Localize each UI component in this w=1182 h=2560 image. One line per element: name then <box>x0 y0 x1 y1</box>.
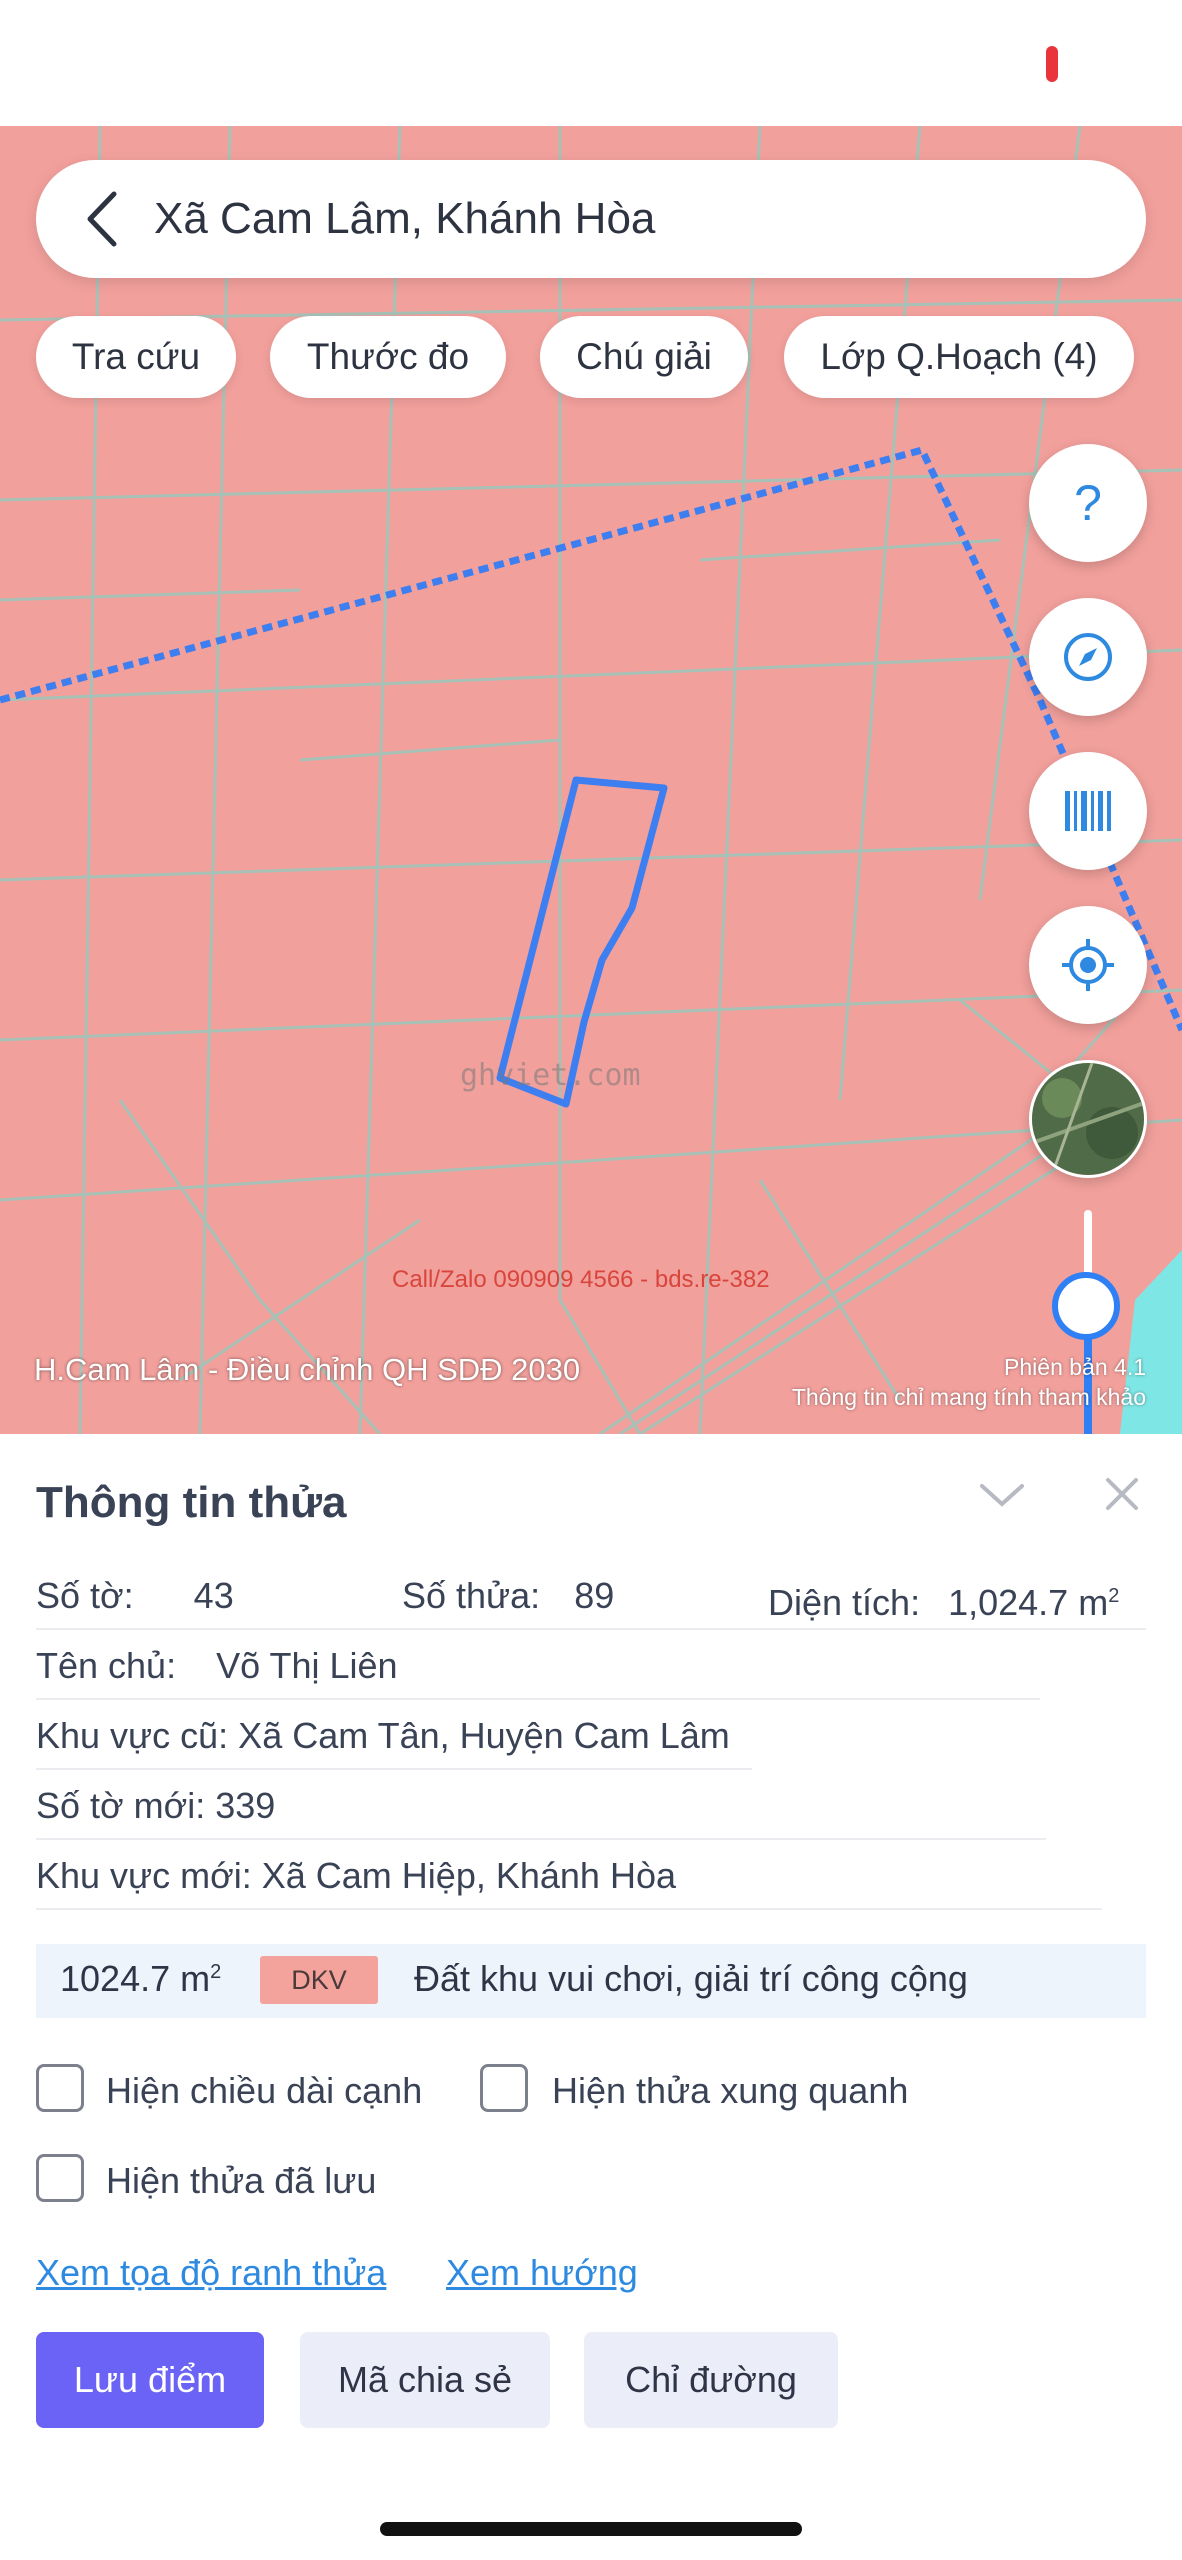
help-button[interactable]: ? <box>1029 444 1147 562</box>
so-to-value: 43 <box>193 1575 234 1616</box>
row-sheet-info: Số tờ: 43 <box>36 1574 234 1618</box>
close-icon[interactable] <box>1102 1474 1142 1514</box>
edge-length-label[interactable]: Hiện chiều dài cạnh <box>106 2070 422 2112</box>
chip-tra-cuu[interactable]: Tra cứu <box>36 316 236 398</box>
help-icon: ? <box>1074 475 1102 531</box>
so-thua-value: 89 <box>574 1575 615 1616</box>
compass-button[interactable] <box>1029 598 1147 716</box>
view-coordinates-link[interactable]: Xem tọa độ ranh thửa <box>36 2252 386 2294</box>
home-indicator[interactable] <box>380 2522 802 2536</box>
land-use-area: 1024.7 m2 <box>60 1958 222 1999</box>
chevron-down-icon[interactable] <box>978 1478 1026 1514</box>
parcel-info-panel: Thông tin thửa Số tờ: 43 Số thửa: 89 Diệ… <box>0 1434 1182 2560</box>
ten-chu-label: Tên chủ: <box>36 1645 177 1686</box>
chip-thuoc-do[interactable]: Thước đo <box>270 316 506 398</box>
opacity-slider-handle[interactable] <box>1052 1272 1120 1340</box>
divider <box>36 1628 1146 1630</box>
neighbors-label[interactable]: Hiện thửa xung quanh <box>552 2070 908 2112</box>
search-bar[interactable]: Xã Cam Lâm, Khánh Hòa <box>36 160 1146 278</box>
chip-lop-quy-hoach[interactable]: Lớp Q.Hoạch (4) <box>784 316 1134 398</box>
satellite-thumbnail-icon <box>1032 1063 1144 1175</box>
divider <box>36 1768 752 1770</box>
save-point-button[interactable]: Lưu điểm <box>36 2332 264 2428</box>
barcode-button[interactable] <box>1029 752 1147 870</box>
row-owner: Tên chủ: Võ Thị Liên <box>36 1644 398 1688</box>
recording-indicator-icon <box>1046 46 1058 82</box>
locate-me-button[interactable] <box>1029 906 1147 1024</box>
land-use-description: Đất khu vui chơi, giải trí công cộng <box>414 1958 968 1999</box>
ten-chu-value: Võ Thị Liên <box>216 1645 398 1686</box>
new-area-text: Khu vực mới: Xã Cam Hiệp, Khánh Hòa <box>36 1855 676 1896</box>
edge-length-checkbox[interactable] <box>36 2064 84 2112</box>
barcode-icon <box>1065 791 1111 831</box>
back-arrow-icon[interactable] <box>76 190 132 248</box>
neighbors-checkbox[interactable] <box>480 2064 528 2112</box>
row-area: Diện tích: 1,024.7 m2 <box>768 1574 1119 1625</box>
so-to-label: Số tờ: <box>36 1575 134 1616</box>
old-area-text: Khu vực cũ: Xã Cam Tân, Huyện Cam Lâm <box>36 1715 730 1756</box>
map-disclaimer: Phiên bản 4.1 Thông tin chỉ mang tính th… <box>792 1352 1146 1412</box>
directions-button[interactable]: Chỉ đường <box>584 2332 838 2428</box>
land-use-code-badge: DKV <box>260 1956 378 2004</box>
map-layer-caption: H.Cam Lâm - Điều chỉnh QH SDĐ 2030 <box>34 1352 581 1387</box>
divider <box>36 1698 1040 1700</box>
dien-tich-unit-sup: 2 <box>1108 1585 1120 1607</box>
share-code-button[interactable]: Mã chia sẻ <box>300 2332 550 2428</box>
dien-tich-label: Diện tích: <box>768 1582 921 1623</box>
dien-tich-value: 1,024.7 m <box>948 1582 1109 1623</box>
land-use-row: 1024.7 m2 DKV Đất khu vui chơi, giải trí… <box>36 1944 1146 2018</box>
map-watermark: ghviet.com <box>460 1058 641 1093</box>
so-thua-label: Số thửa: <box>402 1575 541 1616</box>
status-bar <box>0 0 1182 126</box>
view-direction-link[interactable]: Xem hướng <box>446 2252 638 2294</box>
satellite-layer-button[interactable] <box>1029 1060 1147 1178</box>
map-disclaimer-text: Thông tin chỉ mang tính tham khảo <box>791 1384 1146 1410</box>
saved-parcels-label[interactable]: Hiện thửa đã lưu <box>106 2160 376 2202</box>
panel-title: Thông tin thửa <box>36 1478 347 1527</box>
chip-chu-giai[interactable]: Chú giải <box>540 316 748 398</box>
divider <box>36 1838 1046 1840</box>
svg-text:?: ? <box>1074 475 1102 531</box>
map-ad-text: Call/Zalo 090909 4566 - bds.re-382 <box>392 1266 770 1293</box>
compass-icon <box>1064 633 1112 681</box>
divider <box>36 1908 1102 1910</box>
search-location-text[interactable]: Xã Cam Lâm, Khánh Hòa <box>154 192 655 246</box>
row-parcel-number: Số thửa: 89 <box>402 1574 614 1618</box>
map-version-text: Phiên bản 4.1 <box>1004 1354 1146 1380</box>
new-sheet-text: Số tờ mới: 339 <box>36 1785 276 1826</box>
locate-icon <box>1062 939 1114 991</box>
saved-parcels-checkbox[interactable] <box>36 2154 84 2202</box>
